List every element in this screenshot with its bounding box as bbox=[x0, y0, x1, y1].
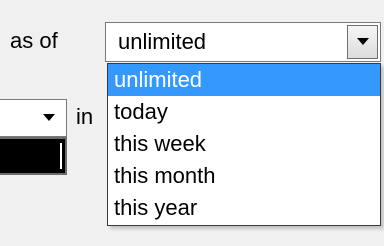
dropdown-option-this-week[interactable]: this week bbox=[108, 128, 380, 160]
dropdown-option-this-year[interactable]: this year bbox=[108, 192, 380, 224]
as-of-label: as of bbox=[10, 28, 58, 53]
period-dropdown-list: unlimited today this week this month thi… bbox=[107, 63, 381, 226]
dropdown-option-this-month[interactable]: this month bbox=[108, 160, 380, 192]
dropdown-toggle-button[interactable] bbox=[347, 25, 378, 59]
period-select[interactable]: unlimited bbox=[105, 22, 381, 62]
chevron-down-icon bbox=[43, 114, 55, 121]
chevron-down-icon bbox=[348, 38, 377, 45]
in-label: in bbox=[76, 104, 94, 129]
dropdown-option-unlimited[interactable]: unlimited bbox=[108, 64, 380, 96]
secondary-select[interactable] bbox=[0, 99, 67, 137]
period-select-value: unlimited bbox=[118, 29, 207, 54]
color-swatch[interactable] bbox=[0, 137, 67, 175]
dropdown-option-today[interactable]: today bbox=[108, 96, 380, 128]
